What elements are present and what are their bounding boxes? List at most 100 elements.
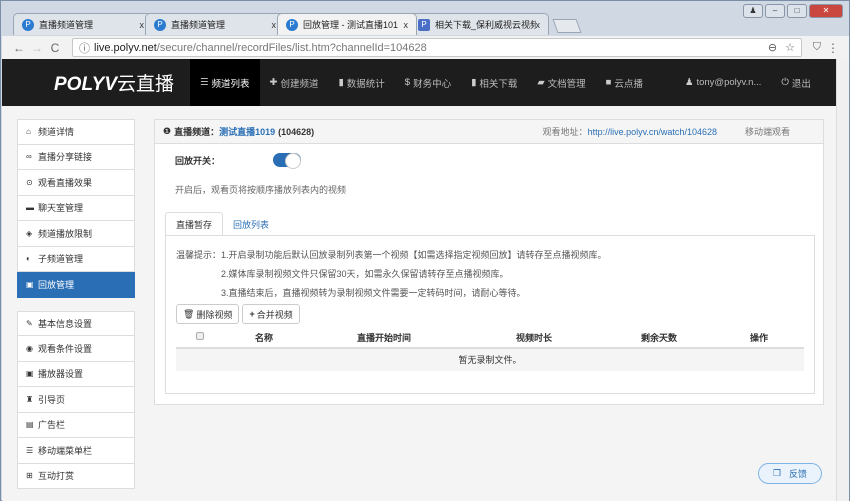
- star-icon[interactable]: ☆: [785, 41, 795, 54]
- link-icon: ∞: [26, 152, 32, 162]
- nav-create-channel[interactable]: ✚ 创建频道: [260, 59, 329, 106]
- feedback-button[interactable]: ❐ 反馈: [758, 463, 822, 484]
- info-icon[interactable]: ⓘ: [79, 40, 90, 56]
- minimize-button[interactable]: –: [765, 4, 785, 18]
- extension-icon[interactable]: ⛉: [813, 41, 821, 54]
- polyv-favicon-icon: P: [286, 18, 298, 31]
- p-favicon-icon: P: [418, 18, 430, 31]
- gift-icon: ⊞: [26, 471, 33, 481]
- logout-button[interactable]: ⏻ 退出: [771, 59, 821, 106]
- menu-icon: ☰: [26, 445, 34, 455]
- maximize-button[interactable]: □: [787, 4, 807, 18]
- nav-downloads[interactable]: ▮ 相关下载: [461, 59, 527, 106]
- sidebar-item-guide-page[interactable]: ♜ 引导页: [17, 387, 135, 413]
- close-tab-icon[interactable]: x: [404, 20, 409, 30]
- nav-finance[interactable]: $ 财务中心: [395, 59, 461, 106]
- close-tab-icon[interactable]: x: [536, 20, 541, 30]
- sidebar: ⌂ 频道详情 ∞ 直播分享链接 ⊙ 观看直播效果 ▬ 聊天室管理 ◈ 频道播放限制 ◐ 子频…: [17, 119, 135, 489]
- close-window-button[interactable]: ✕: [809, 4, 843, 18]
- sidebar-label: 聊天室管理: [38, 203, 84, 214]
- film-icon: ▣: [26, 279, 34, 289]
- watch-url-link[interactable]: http://live.polyv.cn/watch/104628: [588, 127, 717, 137]
- user-menu[interactable]: ♟ tony@polyv.n...: [675, 59, 771, 106]
- empty-message: 暂无录制文件。: [176, 349, 804, 371]
- sidebar-label: 观看直播效果: [38, 177, 93, 188]
- dollar-icon: $: [404, 77, 411, 88]
- button-label: 删除视频: [196, 309, 233, 320]
- user-email: tony@polyv.n...: [696, 77, 762, 88]
- logo-suffix: 云直播: [117, 74, 175, 95]
- mobile-watch-link[interactable]: 移动端观看: [745, 125, 790, 138]
- sidebar-item-player-settings[interactable]: ▣ 播放器设置: [17, 361, 135, 387]
- nav-label: 相关下载: [479, 78, 518, 90]
- channel-id: (104628): [278, 126, 315, 137]
- playback-switch-label: 回放开关：: [175, 156, 221, 166]
- sidebar-item-ads[interactable]: ▤ 广告栏: [17, 412, 135, 438]
- tab-strip: P 直播频道管理 x P 直播频道管理 x P 回放管理 - 测试直播101 x P 相关下载…: [13, 13, 582, 37]
- play-circle-icon: ⊙: [26, 177, 33, 187]
- record-table: 名称 直播开始时间 视频时长 剩余天数 操作 暂无录制文件。: [176, 327, 804, 371]
- new-tab-button[interactable]: [552, 19, 582, 33]
- feedback-label: 反馈: [789, 469, 808, 479]
- sidebar-label: 频道播放限制: [38, 228, 93, 239]
- sidebar-item-chatroom[interactable]: ▬ 聊天室管理: [17, 195, 135, 221]
- tab-live-temp[interactable]: 直播暂存: [165, 212, 224, 236]
- sidebar-item-channel-detail[interactable]: ⌂ 频道详情: [17, 119, 135, 145]
- sidebar-item-watch-conditions[interactable]: ◉ 观看条件设置: [17, 336, 135, 362]
- sidebar-label: 频道详情: [38, 127, 75, 138]
- menu-icon[interactable]: ⋮: [827, 41, 839, 55]
- chat-icon: ❐: [772, 468, 782, 478]
- browser-tab-active[interactable]: P 回放管理 - 测试直播101 x: [277, 13, 417, 35]
- forward-icon[interactable]: →: [28, 41, 46, 55]
- sidebar-item-share-link[interactable]: ∞ 直播分享链接: [17, 144, 135, 170]
- select-all-checkbox[interactable]: [196, 332, 204, 340]
- user-icon[interactable]: ♟: [743, 4, 763, 18]
- polyv-favicon-icon: P: [154, 18, 166, 31]
- zoom-icon[interactable]: ⊖: [768, 41, 777, 54]
- sidebar-item-sub-channel[interactable]: ◐ 子频道管理: [17, 246, 135, 272]
- sidebar-item-watch-effect[interactable]: ⊙ 观看直播效果: [17, 170, 135, 196]
- sidebar-item-reward[interactable]: ⊞ 互动打赏: [17, 463, 135, 489]
- plus-icon: ✚: [269, 77, 278, 88]
- close-tab-icon[interactable]: x: [140, 20, 145, 30]
- browser-tab[interactable]: P 直播频道管理 x: [145, 13, 285, 35]
- table-header: 名称 直播开始时间 视频时长 剩余天数 操作: [176, 327, 804, 349]
- address-bar-row: ← → C ⓘ live.polyv.net/secure/channel/re…: [2, 36, 849, 59]
- sidebar-label: 直播分享链接: [38, 152, 93, 163]
- tips: 温馨提示：1.开启录制功能后默认回放录制列表第一个视频【如需选择指定视频回放】请…: [176, 246, 607, 303]
- sidebar-item-basic-info[interactable]: ✎ 基本信息设置: [17, 310, 135, 336]
- logo[interactable]: POLYV云直播: [54, 69, 190, 96]
- button-label: 合并视频: [256, 309, 293, 320]
- sidebar-label: 广告栏: [38, 420, 66, 431]
- nav-channel-list[interactable]: ☰ 频道列表: [190, 59, 260, 106]
- column-header: 名称: [254, 332, 273, 343]
- tabs: 直播暂存 回放列表: [165, 212, 279, 236]
- watch-label: 观看地址：: [542, 127, 588, 137]
- home-icon: ⌂: [26, 127, 31, 137]
- nav-statistics[interactable]: ▮ 数据统计: [329, 59, 395, 106]
- merge-video-button[interactable]: + 合并视频: [242, 304, 300, 324]
- delete-video-button[interactable]: 🗑 删除视频: [176, 304, 240, 324]
- browser-tab[interactable]: P 直播频道管理 x: [13, 13, 153, 35]
- browser-tab[interactable]: P 相关下载_保利威视云视频 x: [409, 13, 549, 35]
- eye-icon: ◉: [26, 343, 33, 353]
- reload-icon[interactable]: C: [46, 41, 64, 55]
- tab-playback-list[interactable]: 回放列表: [223, 212, 279, 236]
- list-icon: ☰: [200, 77, 209, 88]
- page: POLYV云直播 ☰ 频道列表 ✚ 创建频道 ▮ 数据统计 $ 财务中心 ▮ 相关下载 ▰…: [2, 59, 837, 501]
- page-scrollbar[interactable]: [836, 59, 849, 501]
- sidebar-item-mobile-menu[interactable]: ☰ 移动端菜单栏: [17, 438, 135, 464]
- switch-hint: 开启后，观看页将按顺序播放列表内的视频: [175, 185, 347, 195]
- playback-toggle[interactable]: [273, 153, 301, 169]
- close-tab-icon[interactable]: x: [272, 20, 277, 30]
- back-icon[interactable]: ←: [10, 41, 28, 55]
- url-input[interactable]: ⓘ live.polyv.net/secure/channel/recordFi…: [72, 38, 802, 57]
- sidebar-item-playback[interactable]: ▣ 回放管理: [17, 272, 135, 298]
- adjust-icon: ◐: [26, 254, 31, 264]
- nav-vod[interactable]: ■ 云点播: [596, 59, 653, 106]
- nav-documents[interactable]: ▰ 文档管理: [527, 59, 595, 106]
- sidebar-label: 播放器设置: [38, 369, 84, 380]
- channel-name-link[interactable]: 测试直播1019: [219, 125, 275, 138]
- sidebar-item-play-limit[interactable]: ◈ 频道播放限制: [17, 221, 135, 247]
- column-header: 视频时长: [515, 332, 552, 343]
